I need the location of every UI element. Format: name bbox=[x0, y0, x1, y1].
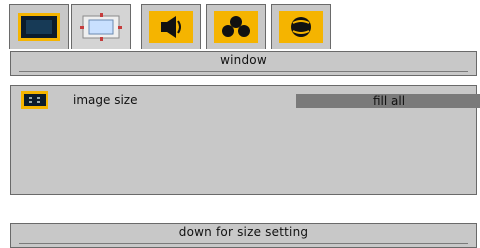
page-title: window bbox=[220, 53, 267, 67]
setting-row-image-size[interactable]: image size fill all bbox=[21, 91, 480, 109]
hint-bar: down for size setting bbox=[10, 223, 477, 248]
setting-value-select[interactable]: fill all bbox=[296, 94, 480, 108]
divider bbox=[19, 71, 468, 72]
hint-text: down for size setting bbox=[178, 225, 309, 239]
tab-network[interactable] bbox=[206, 4, 266, 49]
tab-audio[interactable] bbox=[141, 4, 201, 49]
speaker-icon bbox=[149, 11, 193, 43]
globe-icon bbox=[279, 11, 323, 43]
window-header: window bbox=[10, 51, 477, 76]
tab-web[interactable] bbox=[271, 4, 331, 49]
tab-display[interactable] bbox=[9, 4, 69, 49]
divider bbox=[19, 243, 468, 244]
setting-label: image size bbox=[73, 93, 138, 107]
image-size-icon bbox=[21, 91, 48, 109]
network-nodes-icon bbox=[214, 11, 258, 43]
settings-panel: image size fill all bbox=[10, 85, 480, 195]
tab-window[interactable] bbox=[71, 4, 131, 49]
monitor-icon bbox=[17, 11, 61, 43]
window-frame-icon bbox=[79, 11, 123, 43]
